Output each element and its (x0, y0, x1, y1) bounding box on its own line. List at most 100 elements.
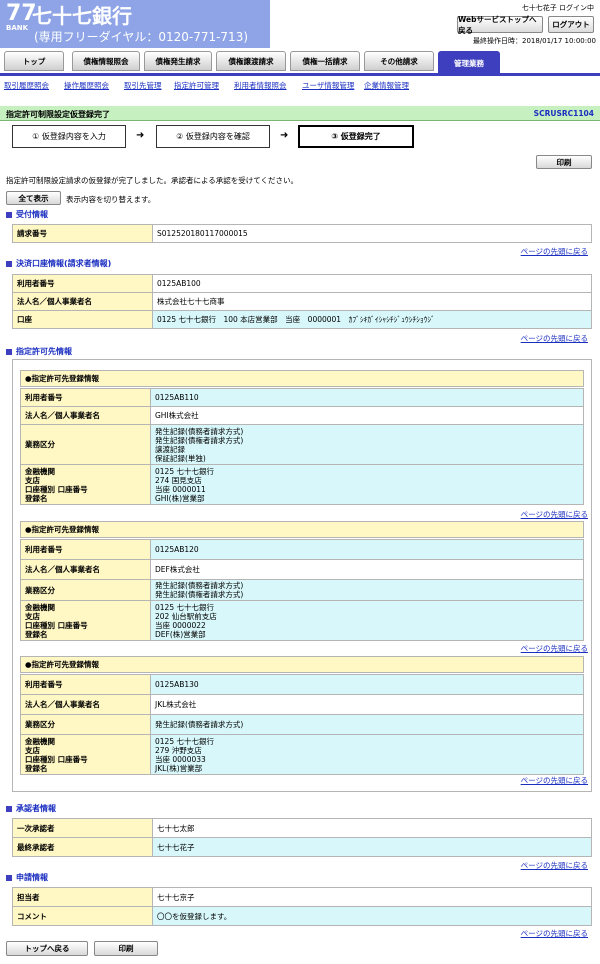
permit-group-title: ●指定許可先登録情報 (20, 521, 584, 538)
section-reception-title: 受付情報 (6, 209, 48, 220)
permit-corp-value: DEF株式会社 (150, 559, 584, 580)
subnav-counterparty[interactable]: 取引先管理 (124, 80, 162, 91)
permit-business-value: 発生記録(債務者請求方式) 発生記録(債権者請求方式) 譲渡記録 保証記録(単独… (150, 424, 584, 465)
back-to-top-button[interactable]: トップへ戻る (6, 941, 88, 956)
permit-user-no-value: 0125AB110 (150, 388, 584, 407)
print-button-top[interactable]: 印刷 (536, 155, 592, 169)
step-input: ① 仮登録内容を入力 (12, 125, 126, 148)
subnav-company[interactable]: 企業情報管理 (364, 80, 409, 91)
permit-business-label: 業務区分 (20, 424, 151, 465)
permit-business-label: 業務区分 (20, 579, 151, 601)
subnav-permit[interactable]: 指定許可管理 (174, 80, 219, 91)
tab-bulk-request[interactable]: 債権一括請求 (290, 51, 360, 71)
subnav-operation-history[interactable]: 操作履歴照会 (64, 80, 109, 91)
section-request-title: 申請情報 (6, 872, 48, 883)
permit-bank-value: 0125 七十七銀行 279 沖野支店 当座 0000033 JKL(株)営業部 (150, 734, 584, 775)
permit-corp-label: 法人名／個人事業者名 (20, 406, 151, 425)
tab-transfer-request[interactable]: 債権譲渡請求 (216, 51, 286, 71)
subnav-user-manage[interactable]: ユーザ情報管理 (302, 80, 354, 91)
step-confirm: ② 仮登録内容を確認 (156, 125, 270, 148)
permit-entry-table: 利用者番号 0125AB120 法人名／個人事業者名 DEF株式会社 業務区分 発生記… (20, 539, 584, 641)
permit-corp-label: 法人名／個人事業者名 (20, 694, 151, 715)
section-settlement-title: 決済口座情報(請求者情報) (6, 258, 111, 269)
settlement-table: 利用者番号 0125AB100 法人名／個人事業者名 株式会社七十七商事 口座 012… (12, 274, 592, 329)
staff-value: 七十七京子 (152, 887, 592, 907)
back-to-top-link[interactable]: ページの先頭に戻る (521, 775, 588, 786)
completion-message: 指定許可制限設定請求の仮登録が完了しました。承認者による承認を受けてください。 (6, 176, 299, 185)
permit-bank-value: 0125 七十七銀行 202 仙台駅前支店 当座 0000022 DEF(株)営… (150, 600, 584, 641)
subnav-user-info[interactable]: 利用者情報照会 (234, 80, 287, 91)
main-tabs: トップ 債権情報照会 債権発生請求 債権譲渡請求 債権一括請求 その他請求 管理… (0, 51, 600, 75)
bank-logo-word: BANK (6, 24, 29, 32)
approver-table: 一次承認者 七十七太郎 最終承認者 七十七花子 (12, 818, 592, 857)
comment-label: コメント (12, 906, 153, 926)
bank-name: 七十七銀行 (32, 4, 132, 28)
square-bullet-icon (6, 211, 12, 218)
step-arrow-icon: ➜ (136, 130, 145, 141)
settlement-user-no-value: 0125AB100 (152, 274, 592, 293)
square-bullet-icon (6, 805, 12, 812)
permit-business-value: 発生記録(債務者請求方式) 発生記録(債権者請求方式) (150, 579, 584, 601)
request-number-label: 請求番号 (12, 224, 153, 243)
permit-bank-value: 0125 七十七銀行 274 国見支店 当座 0000011 GHI(株)営業部 (150, 464, 584, 505)
login-status: 七十七花子 ログイン中 (521, 4, 594, 12)
section-approver-title: 承認者情報 (6, 803, 56, 814)
tab-issue-request[interactable]: 債権発生請求 (144, 51, 212, 71)
page-title: 指定許可制限設定仮登録完了 (6, 110, 110, 119)
first-approver-label: 一次承認者 (12, 818, 153, 838)
permit-bank-label: 金融機関 支店 口座種別 口座番号 登録名 (20, 734, 151, 775)
reception-table: 請求番号 S012520180117000015 (12, 224, 592, 243)
logout-button[interactable]: ログアウト (548, 16, 594, 33)
permit-bank-label: 金融機関 支店 口座種別 口座番号 登録名 (20, 464, 151, 505)
back-to-top-link[interactable]: ページの先頭に戻る (521, 643, 588, 654)
permit-group-title: ●指定許可先登録情報 (20, 656, 584, 673)
permit-user-no-value: 0125AB130 (150, 674, 584, 695)
final-approver-value: 七十七花子 (152, 837, 592, 857)
permit-corp-label: 法人名／個人事業者名 (20, 559, 151, 580)
web-service-top-button[interactable]: Webサービストップへ戻る (457, 15, 543, 35)
permit-group-title: ●指定許可先登録情報 (20, 370, 584, 387)
back-to-top-link[interactable]: ページの先頭に戻る (521, 333, 588, 344)
first-approver-value: 七十七太郎 (152, 818, 592, 838)
request-table: 担当者 七十七京子 コメント 〇〇を仮登録します。 (12, 887, 592, 926)
back-to-top-link[interactable]: ページの先頭に戻る (521, 928, 588, 939)
square-bullet-icon (6, 260, 12, 267)
back-to-top-link[interactable]: ページの先頭に戻る (521, 246, 588, 257)
show-all-button[interactable]: 全て表示 (6, 191, 61, 205)
settlement-corp-value: 株式会社七十七商事 (152, 292, 592, 311)
settlement-corp-label: 法人名／個人事業者名 (12, 292, 153, 311)
permit-business-label: 業務区分 (20, 714, 151, 735)
square-bullet-icon (6, 874, 12, 881)
permit-user-no-label: 利用者番号 (20, 674, 151, 695)
final-approver-label: 最終承認者 (12, 837, 153, 857)
request-number-value: S012520180117000015 (152, 224, 592, 243)
permit-corp-value: GHI株式会社 (150, 406, 584, 425)
permit-corp-value: JKL株式会社 (150, 694, 584, 715)
page-title-bar: 指定許可制限設定仮登録完了 SCRUSRC1104 (0, 106, 600, 121)
section-permit-title: 指定許可先情報 (6, 346, 72, 357)
permit-user-no-label: 利用者番号 (20, 388, 151, 407)
settlement-account-label: 口座 (12, 310, 153, 329)
square-bullet-icon (6, 348, 12, 355)
last-operation-time: 最終操作日時：2018/01/17 10:00:00 (472, 37, 596, 45)
header-banner: 77 BANK 七十七銀行 (専用フリーダイヤル：0120-771-713) (0, 0, 270, 48)
back-to-top-link[interactable]: ページの先頭に戻る (521, 509, 588, 520)
sub-navigation: 取引履歴照会 操作履歴照会 取引先管理 指定許可管理 利用者情報照会 ユーザ情報… (0, 73, 600, 93)
settlement-user-no-label: 利用者番号 (12, 274, 153, 293)
tab-top[interactable]: トップ (4, 51, 64, 71)
tab-receivable-inquiry[interactable]: 債権情報照会 (72, 51, 140, 71)
permit-user-no-value: 0125AB120 (150, 539, 584, 560)
back-to-top-link[interactable]: ページの先頭に戻る (521, 860, 588, 871)
print-button-bottom[interactable]: 印刷 (94, 941, 158, 956)
subnav-transaction-history[interactable]: 取引履歴照会 (4, 80, 49, 91)
tab-admin[interactable]: 管理業務 (438, 51, 500, 75)
comment-value: 〇〇を仮登録します。 (152, 906, 592, 926)
staff-label: 担当者 (12, 887, 153, 907)
tab-other-request[interactable]: その他請求 (364, 51, 434, 71)
screen-id: SCRUSRC1104 (533, 109, 594, 118)
permit-user-no-label: 利用者番号 (20, 539, 151, 560)
permit-business-value: 発生記録(債務者請求方式) (150, 714, 584, 735)
step-complete: ③ 仮登録完了 (298, 125, 414, 148)
permit-entry-table: 利用者番号 0125AB130 法人名／個人事業者名 JKL株式会社 業務区分 発生記… (20, 674, 584, 775)
settlement-account-value: 0125 七十七銀行 100 本店営業部 当座 0000001 ｶﾌﾞｼｷｶﾞｲ… (152, 310, 592, 329)
